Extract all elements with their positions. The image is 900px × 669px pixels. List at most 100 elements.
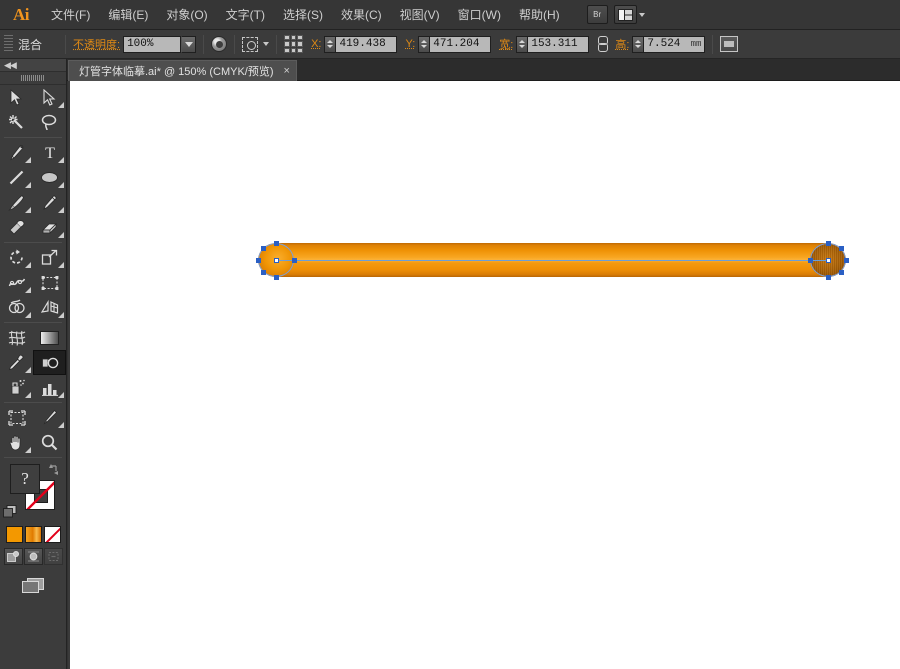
menu-file[interactable]: 文件(F) bbox=[42, 0, 99, 30]
draw-inside-button[interactable] bbox=[44, 548, 63, 565]
symbol-sprayer-tool[interactable] bbox=[0, 375, 33, 400]
tools-panel-grip[interactable] bbox=[0, 72, 66, 85]
width-input[interactable]: 153.311 bbox=[527, 36, 589, 53]
anchor-point[interactable] bbox=[261, 246, 266, 251]
canvas-edge bbox=[68, 81, 70, 669]
tools-panel-header[interactable]: ◀◀ bbox=[0, 59, 66, 72]
tool-flyout-indicator bbox=[58, 312, 64, 318]
width-warp-tool[interactable] bbox=[0, 270, 33, 295]
x-stepper[interactable] bbox=[324, 36, 335, 53]
slice-tool[interactable] bbox=[33, 405, 66, 430]
anchor-point[interactable] bbox=[261, 270, 266, 275]
anchor-point[interactable] bbox=[839, 246, 844, 251]
selection-tool[interactable] bbox=[0, 85, 33, 110]
pen-tool[interactable] bbox=[0, 140, 33, 165]
draw-normal-button[interactable] bbox=[4, 548, 23, 565]
height-unit: mm bbox=[688, 39, 702, 49]
separator bbox=[712, 35, 713, 54]
none-swatch[interactable] bbox=[44, 526, 61, 543]
isolate-selected-button[interactable] bbox=[242, 37, 269, 52]
collapse-panel-icon[interactable]: ◀◀ bbox=[4, 61, 16, 70]
direct-selection-tool[interactable] bbox=[33, 85, 66, 110]
scale-tool[interactable] bbox=[33, 245, 66, 270]
eyedropper-tool[interactable] bbox=[0, 350, 33, 375]
anchor-point[interactable] bbox=[274, 275, 279, 280]
x-value: 419.438 bbox=[339, 38, 385, 50]
perspective-grid-tool[interactable] bbox=[33, 295, 66, 320]
y-stepper[interactable] bbox=[418, 36, 429, 53]
link-proportions-button[interactable] bbox=[595, 36, 609, 52]
column-graph-tool[interactable] bbox=[33, 375, 66, 400]
zoom-tool[interactable] bbox=[33, 430, 66, 455]
anchor-point[interactable] bbox=[292, 258, 297, 263]
anchor-point[interactable] bbox=[839, 270, 844, 275]
menu-select[interactable]: 选择(S) bbox=[274, 0, 332, 30]
tool-flyout-indicator bbox=[58, 102, 64, 108]
change-screen-mode-button[interactable] bbox=[21, 577, 45, 594]
recolor-artwork-icon[interactable] bbox=[211, 36, 227, 52]
opacity-dropdown-button[interactable] bbox=[181, 36, 196, 53]
width-value: 153.311 bbox=[531, 38, 577, 50]
gradient-tool[interactable] bbox=[33, 325, 66, 350]
default-fill-stroke-icon[interactable] bbox=[3, 505, 17, 518]
paintbrush-tool[interactable] bbox=[0, 190, 33, 215]
menu-edit[interactable]: 编辑(E) bbox=[99, 0, 157, 30]
menu-window[interactable]: 窗口(W) bbox=[449, 0, 510, 30]
artboard-tool[interactable] bbox=[0, 405, 33, 430]
hand-tool[interactable] bbox=[0, 430, 33, 455]
anchor-point[interactable] bbox=[844, 258, 849, 263]
link-proportions-icon bbox=[595, 36, 609, 52]
color-swatch[interactable] bbox=[6, 526, 23, 543]
menu-effect[interactable]: 效果(C) bbox=[332, 0, 391, 30]
chevron-down-icon bbox=[639, 13, 645, 17]
x-input[interactable]: 419.438 bbox=[335, 36, 397, 53]
blob-brush-tool[interactable] bbox=[0, 215, 33, 240]
options-bar-grip[interactable] bbox=[4, 35, 13, 53]
anchor-point[interactable] bbox=[274, 241, 279, 246]
anchor-point[interactable] bbox=[256, 258, 261, 263]
y-value: 471.204 bbox=[433, 38, 479, 50]
go-to-bridge-button[interactable]: Br bbox=[587, 5, 608, 24]
anchor-point-center[interactable] bbox=[274, 258, 279, 263]
menu-type[interactable]: 文字(T) bbox=[217, 0, 274, 30]
transform-each-icon[interactable] bbox=[720, 36, 738, 52]
mesh-tool[interactable] bbox=[0, 325, 33, 350]
rotate-tool[interactable] bbox=[0, 245, 33, 270]
line-segment-tool[interactable] bbox=[0, 165, 33, 190]
anchor-point[interactable] bbox=[826, 241, 831, 246]
reference-point-grid[interactable] bbox=[284, 35, 303, 54]
document-tab[interactable]: 灯管字体临摹.ai* @ 150% (CMYK/预览) × bbox=[68, 60, 297, 81]
anchor-point[interactable] bbox=[808, 258, 813, 263]
opacity-label[interactable]: 不透明度: bbox=[73, 36, 120, 52]
pencil-tool[interactable] bbox=[33, 190, 66, 215]
y-input[interactable]: 471.204 bbox=[429, 36, 491, 53]
close-icon[interactable]: × bbox=[284, 65, 290, 77]
shape-builder-tool[interactable] bbox=[0, 295, 33, 320]
height-input[interactable]: 7.524 mm bbox=[643, 36, 705, 53]
arrange-documents-button[interactable] bbox=[614, 5, 645, 24]
swap-fill-stroke-icon[interactable] bbox=[48, 462, 60, 474]
type-tool[interactable]: T bbox=[33, 140, 66, 165]
eraser-tool[interactable] bbox=[33, 215, 66, 240]
lasso-tool[interactable] bbox=[33, 110, 66, 135]
anchor-point-center[interactable] bbox=[826, 258, 831, 263]
height-stepper[interactable] bbox=[632, 36, 643, 53]
blend-tool[interactable] bbox=[33, 350, 66, 375]
document-tab-title: 灯管字体临摹.ai* @ 150% (CMYK/预览) bbox=[79, 63, 274, 79]
free-transform-tool[interactable] bbox=[33, 270, 66, 295]
anchor-point[interactable] bbox=[826, 275, 831, 280]
tool-flyout-indicator bbox=[25, 392, 31, 398]
opacity-input[interactable]: 100% bbox=[123, 36, 181, 53]
ellipse-tool[interactable] bbox=[33, 165, 66, 190]
tools-panel: ◀◀ T bbox=[0, 59, 67, 669]
magic-wand-tool[interactable] bbox=[0, 110, 33, 135]
menu-object[interactable]: 对象(O) bbox=[157, 0, 216, 30]
menu-help[interactable]: 帮助(H) bbox=[510, 0, 569, 30]
neon-tube-shape[interactable] bbox=[258, 243, 846, 277]
gradient-swatch[interactable] bbox=[25, 526, 42, 543]
menu-view[interactable]: 视图(V) bbox=[391, 0, 449, 30]
fill-swatch[interactable]: ? bbox=[10, 464, 40, 494]
draw-behind-button[interactable] bbox=[24, 548, 43, 565]
artboard-canvas[interactable] bbox=[68, 81, 900, 669]
width-stepper[interactable] bbox=[516, 36, 527, 53]
